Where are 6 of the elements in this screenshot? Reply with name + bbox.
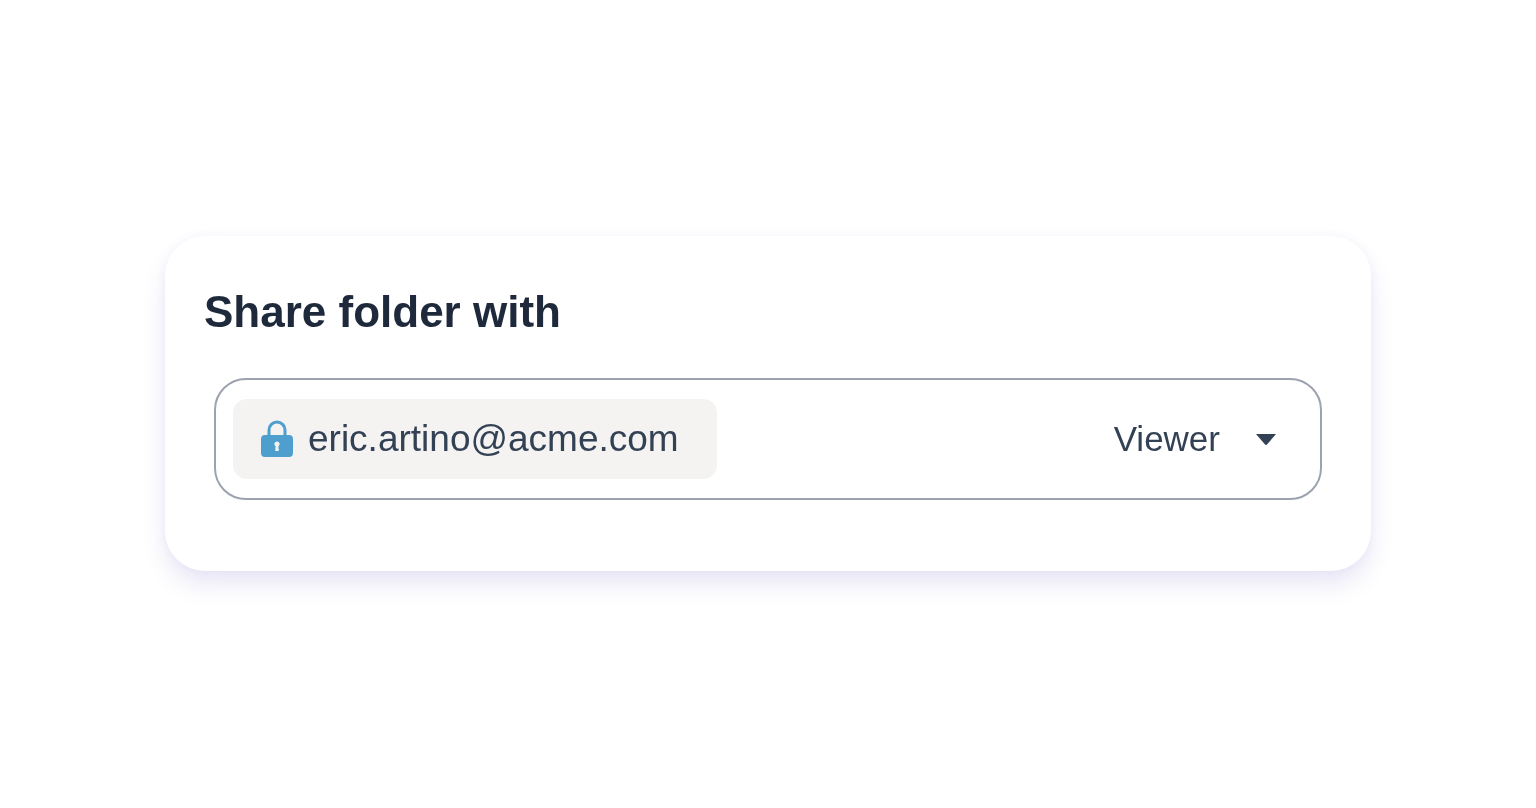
- share-input-field[interactable]: eric.artino@acme.com Viewer: [214, 378, 1322, 500]
- lock-icon: [261, 419, 293, 457]
- dialog-title: Share folder with: [204, 286, 561, 338]
- role-dropdown[interactable]: Viewer: [1113, 418, 1276, 460]
- caret-icon: [1256, 433, 1276, 445]
- recipient-email: eric.artino@acme.com: [308, 417, 679, 461]
